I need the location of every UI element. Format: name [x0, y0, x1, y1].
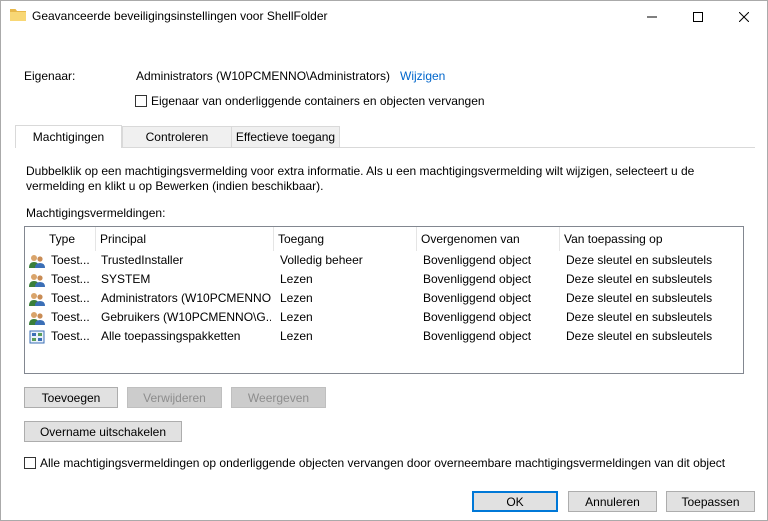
table-row[interactable]: Toest... TrustedInstaller Volledig behee…: [25, 251, 743, 270]
table-row[interactable]: Toest... SYSTEM Lezen Bovenliggend objec…: [25, 270, 743, 289]
users-icon: [29, 291, 45, 307]
owner-value: Administrators (W10PCMENNO\Administrator…: [136, 69, 391, 83]
add-button[interactable]: Toevoegen: [24, 387, 118, 408]
permissions-description: Dubbelklik op een machtigingsvermelding …: [26, 164, 695, 193]
tab-permissions[interactable]: Machtigingen: [15, 125, 122, 148]
cell-access: Volledig beheer: [280, 253, 363, 267]
table-row[interactable]: Toest... Alle toepassingspakketten Lezen…: [25, 327, 743, 346]
cell-inherited: Bovenliggend object: [423, 291, 532, 305]
cell-type: Toest...: [51, 272, 90, 286]
permission-entries-list[interactable]: Type Principal Toegang Overgenomen van V…: [24, 226, 744, 374]
app-packages-icon: [29, 329, 45, 345]
cell-applies: Deze sleutel en subsleutels: [566, 329, 713, 343]
replace-child-permissions-label[interactable]: Alle machtigingsvermeldingen op onderlig…: [40, 456, 725, 470]
replace-child-permissions-checkbox[interactable]: [24, 457, 36, 469]
cell-inherited: Bovenliggend object: [423, 272, 532, 286]
window-title: Geavanceerde beveiligingsinstellingen vo…: [32, 9, 328, 23]
close-button[interactable]: [721, 1, 767, 32]
cell-principal: TrustedInstaller: [101, 253, 184, 267]
tab-auditing[interactable]: Controleren: [122, 126, 232, 147]
maximize-icon: [693, 11, 703, 22]
close-icon: [739, 11, 749, 22]
folder-icon: [10, 8, 26, 22]
tab-label: Machtigingen: [32, 130, 105, 144]
ok-button[interactable]: OK: [472, 491, 558, 512]
minimize-button[interactable]: [629, 1, 675, 32]
cell-principal: Gebruikers (W10PCMENNO\G...: [101, 310, 271, 324]
cell-type: Toest...: [51, 329, 90, 343]
list-header: Type Principal Toegang Overgenomen van V…: [25, 227, 743, 251]
minimize-icon: [647, 16, 657, 17]
cell-access: Lezen: [280, 272, 313, 286]
cell-inherited: Bovenliggend object: [423, 310, 532, 324]
cell-applies: Deze sleutel en subsleutels: [566, 291, 713, 305]
security-dialog: Geavanceerde beveiligingsinstellingen vo…: [0, 0, 768, 521]
maximize-button[interactable]: [675, 1, 721, 32]
cell-applies: Deze sleutel en subsleutels: [566, 310, 713, 324]
cell-applies: Deze sleutel en subsleutels: [566, 272, 713, 286]
cell-principal: Alle toepassingspakketten: [101, 329, 241, 343]
cell-access: Lezen: [280, 291, 313, 305]
column-header-type[interactable]: Type: [45, 227, 96, 251]
column-header-applies[interactable]: Van toepassing op: [560, 227, 743, 251]
cancel-button[interactable]: Annuleren: [568, 491, 657, 512]
tab-label: Effectieve toegang: [235, 130, 336, 144]
footer-separator: [1, 484, 767, 485]
cell-principal: Administrators (W10PCMENNO...: [101, 291, 271, 305]
cell-type: Toest...: [51, 253, 90, 267]
disable-inheritance-button[interactable]: Overname uitschakelen: [24, 421, 182, 442]
column-header-principal[interactable]: Principal: [96, 227, 274, 251]
remove-button[interactable]: Verwijderen: [127, 387, 222, 408]
column-header-inherited[interactable]: Overgenomen van: [417, 227, 560, 251]
users-icon: [29, 310, 45, 326]
tab-label: Controleren: [145, 130, 209, 144]
entries-label: Machtigingsvermeldingen:: [26, 206, 166, 220]
cell-inherited: Bovenliggend object: [423, 253, 532, 267]
apply-button[interactable]: Toepassen: [666, 491, 755, 512]
table-row[interactable]: Toest... Gebruikers (W10PCMENNO\G... Lez…: [25, 308, 743, 327]
change-owner-link[interactable]: Wijzigen: [400, 69, 445, 83]
tab-effective-access[interactable]: Effectieve toegang: [231, 126, 340, 147]
replace-owner-checkbox[interactable]: [135, 95, 147, 107]
cell-applies: Deze sleutel en subsleutels: [566, 253, 713, 267]
cell-access: Lezen: [280, 310, 313, 324]
view-button[interactable]: Weergeven: [231, 387, 326, 408]
cell-inherited: Bovenliggend object: [423, 329, 532, 343]
owner-label: Eigenaar:: [24, 69, 76, 83]
title-bar[interactable]: Geavanceerde beveiligingsinstellingen vo…: [1, 1, 767, 32]
cell-type: Toest...: [51, 310, 90, 324]
replace-owner-checkbox-label[interactable]: Eigenaar van onderliggende containers en…: [151, 94, 485, 108]
column-header-access[interactable]: Toegang: [274, 227, 417, 251]
users-icon: [29, 272, 45, 288]
cell-type: Toest...: [51, 291, 90, 305]
cell-access: Lezen: [280, 329, 313, 343]
table-row[interactable]: Toest... Administrators (W10PCMENNO... L…: [25, 289, 743, 308]
users-icon: [29, 253, 45, 269]
cell-principal: SYSTEM: [101, 272, 151, 286]
